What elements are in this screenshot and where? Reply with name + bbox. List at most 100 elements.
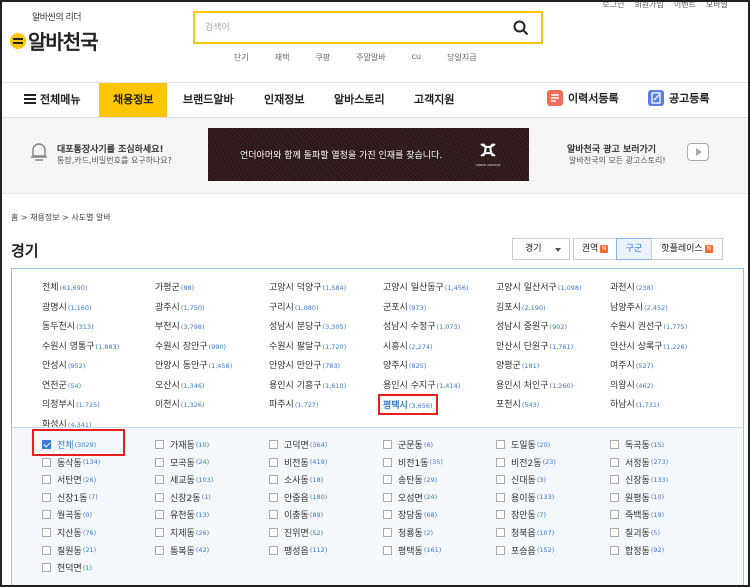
checkbox-icon[interactable] <box>269 510 278 520</box>
district-checkbox[interactable]: 독곡동 (15) <box>610 438 664 451</box>
checkbox-icon[interactable] <box>269 475 278 485</box>
city-link[interactable]: 하남시(1,731) <box>610 397 660 410</box>
district-checkbox[interactable]: 평택동 (161) <box>383 544 441 557</box>
checkbox-icon[interactable] <box>42 475 51 485</box>
district-checkbox[interactable]: 서정동 (273) <box>610 456 668 469</box>
checkbox-icon[interactable] <box>610 528 619 537</box>
district-checkbox[interactable]: 군문동 (6) <box>383 438 433 451</box>
checkbox-icon[interactable] <box>496 492 505 502</box>
checkbox-icon[interactable] <box>610 492 619 502</box>
district-checkbox[interactable]: 현덕면 (1) <box>42 561 92 574</box>
district-checkbox[interactable]: 가재동 (10) <box>155 438 209 451</box>
keyword-link[interactable]: 재택 <box>275 52 290 63</box>
nav-job-info[interactable]: 채용정보 <box>99 83 168 117</box>
district-checkbox[interactable]: 오성면 (24) <box>383 491 437 504</box>
district-checkbox[interactable]: 모곡동 (24) <box>155 456 209 469</box>
district-checkbox[interactable]: 지산동 (76) <box>42 526 96 539</box>
city-link[interactable]: 포천시(543) <box>496 397 539 410</box>
city-link[interactable]: 광주시(1,750) <box>155 300 205 313</box>
city-link[interactable]: 오산시(1,346) <box>155 378 205 391</box>
district-checkbox[interactable]: 도일동 (20) <box>496 438 550 451</box>
city-link[interactable]: 안양시 만안구(783) <box>269 358 340 371</box>
checkbox-icon[interactable] <box>155 475 164 485</box>
district-checkbox[interactable]: 칠원동 (21) <box>42 544 96 557</box>
mobile-link[interactable]: 모바일 <box>706 2 728 10</box>
city-link[interactable]: 안양시 동안구(1,458) <box>155 358 232 371</box>
checkbox-icon[interactable] <box>383 528 392 537</box>
city-link[interactable]: 안산시 상록구(1,226) <box>610 339 687 352</box>
city-link[interactable]: 안산시 단원구(1,761) <box>496 339 573 352</box>
district-checkbox[interactable]: 소사동 (18) <box>269 473 323 486</box>
city-link[interactable]: 여주시(527) <box>610 358 653 371</box>
city-link[interactable]: 구리시(1,080) <box>269 300 319 313</box>
login-link[interactable]: 로그인 <box>602 2 624 10</box>
checkbox-icon[interactable] <box>42 528 51 537</box>
city-link[interactable]: 성남시 중원구(902) <box>496 319 567 332</box>
checkbox-icon[interactable] <box>42 545 51 555</box>
checkbox-icon[interactable] <box>42 492 51 502</box>
city-link[interactable]: 전체(61,690) <box>42 280 87 293</box>
district-checkbox[interactable]: 통복동 (42) <box>155 544 209 557</box>
keyword-link[interactable]: 당일지급 <box>447 52 476 63</box>
city-link[interactable]: 의정부시(1,725) <box>42 397 100 410</box>
district-checkbox[interactable]: 안중읍 (180) <box>269 491 327 504</box>
keyword-link[interactable]: 단기 <box>234 52 249 63</box>
nav-alba-story[interactable]: 알바스토리 <box>334 83 385 117</box>
checkbox-icon[interactable] <box>155 545 164 555</box>
city-link[interactable]: 가평군(98) <box>155 280 194 293</box>
city-link[interactable]: 양주시(825) <box>383 358 426 371</box>
checkbox-icon[interactable] <box>496 510 505 520</box>
keyword-link[interactable]: cu <box>412 52 421 63</box>
city-link[interactable]: 양평군(181) <box>496 358 539 371</box>
city-link[interactable]: 고양시 일산서구(1,098) <box>496 280 582 293</box>
checkbox-icon[interactable] <box>42 510 51 520</box>
district-checkbox[interactable]: 칠괴동 (5) <box>610 526 660 539</box>
district-checkbox[interactable]: 신대동 (3) <box>496 473 546 486</box>
district-checkbox[interactable]: 장안동 (7) <box>496 508 546 521</box>
district-checkbox[interactable]: 이충동 (89) <box>269 508 323 521</box>
city-link[interactable]: 파주시(1,727) <box>269 397 319 410</box>
checkbox-icon[interactable] <box>155 457 164 467</box>
district-checkbox[interactable]: 팽성읍 (112) <box>269 544 327 557</box>
checkbox-icon[interactable] <box>383 440 392 449</box>
district-checkbox[interactable]: 신장동 (133) <box>610 473 668 486</box>
checkbox-icon[interactable] <box>269 440 278 449</box>
district-checkbox[interactable]: 포승읍 (152) <box>496 544 554 557</box>
district-checkbox[interactable]: 비전2동 (23) <box>496 456 556 469</box>
signup-link[interactable]: 회원가입 <box>634 2 663 10</box>
checkbox-icon[interactable] <box>610 475 619 485</box>
checkbox-icon[interactable] <box>496 475 505 485</box>
ad-link-title[interactable]: 알바천국 광고 보러가기 <box>567 142 656 155</box>
district-checkbox[interactable]: 비전1동 (35) <box>383 456 443 469</box>
district-checkbox[interactable]: 서탄면 (26) <box>42 473 96 486</box>
city-link[interactable]: 안성시(952) <box>42 358 85 371</box>
district-checkbox[interactable]: 지제동 (26) <box>155 526 209 539</box>
tab-region-area[interactable]: 권역 N <box>573 238 617 260</box>
district-checkbox[interactable]: 동삭동 (134) <box>42 456 100 469</box>
city-link[interactable]: 동두천시(313) <box>42 319 94 332</box>
checkbox-icon[interactable] <box>383 475 392 485</box>
city-link[interactable]: 성남시 분당구(3,305) <box>269 319 346 332</box>
district-checkbox[interactable]: 청북읍 (107) <box>496 526 554 539</box>
city-link[interactable]: 용인시 기흥구(1,610) <box>269 378 346 391</box>
district-checkbox[interactable]: 송탄동 (29) <box>383 473 437 486</box>
checkbox-icon[interactable] <box>383 492 392 502</box>
district-checkbox[interactable]: 신장2동 (1) <box>155 491 211 504</box>
city-link[interactable]: 부천시(3,798) <box>155 319 205 332</box>
checkbox-icon[interactable] <box>383 510 392 520</box>
city-link[interactable]: 고양시 일산동구(1,456) <box>383 280 469 293</box>
search-icon[interactable] <box>513 20 529 36</box>
post-register-button[interactable]: 공고등록 <box>648 90 709 106</box>
district-checkbox[interactable]: 월곡동 (0) <box>42 508 92 521</box>
district-checkbox[interactable]: 고덕면 (364) <box>269 438 327 451</box>
checkbox-icon[interactable] <box>496 457 505 467</box>
tab-district[interactable]: 구군 <box>616 238 652 260</box>
checkbox-icon[interactable] <box>155 510 164 520</box>
city-link[interactable]: 수원시 장안구(990) <box>155 339 226 352</box>
district-checkbox[interactable]: 합정동 (92) <box>610 544 664 557</box>
search-input[interactable] <box>205 18 505 38</box>
ad-banner[interactable]: 언더아머와 함께 돌파할 열정을 가진 인재를 찾습니다. UNDER ARMO… <box>208 128 529 181</box>
nav-customer-support[interactable]: 고객지원 <box>414 83 454 117</box>
city-link[interactable]: 연천군(54) <box>42 378 81 391</box>
region-select[interactable]: 경기 <box>512 238 570 260</box>
